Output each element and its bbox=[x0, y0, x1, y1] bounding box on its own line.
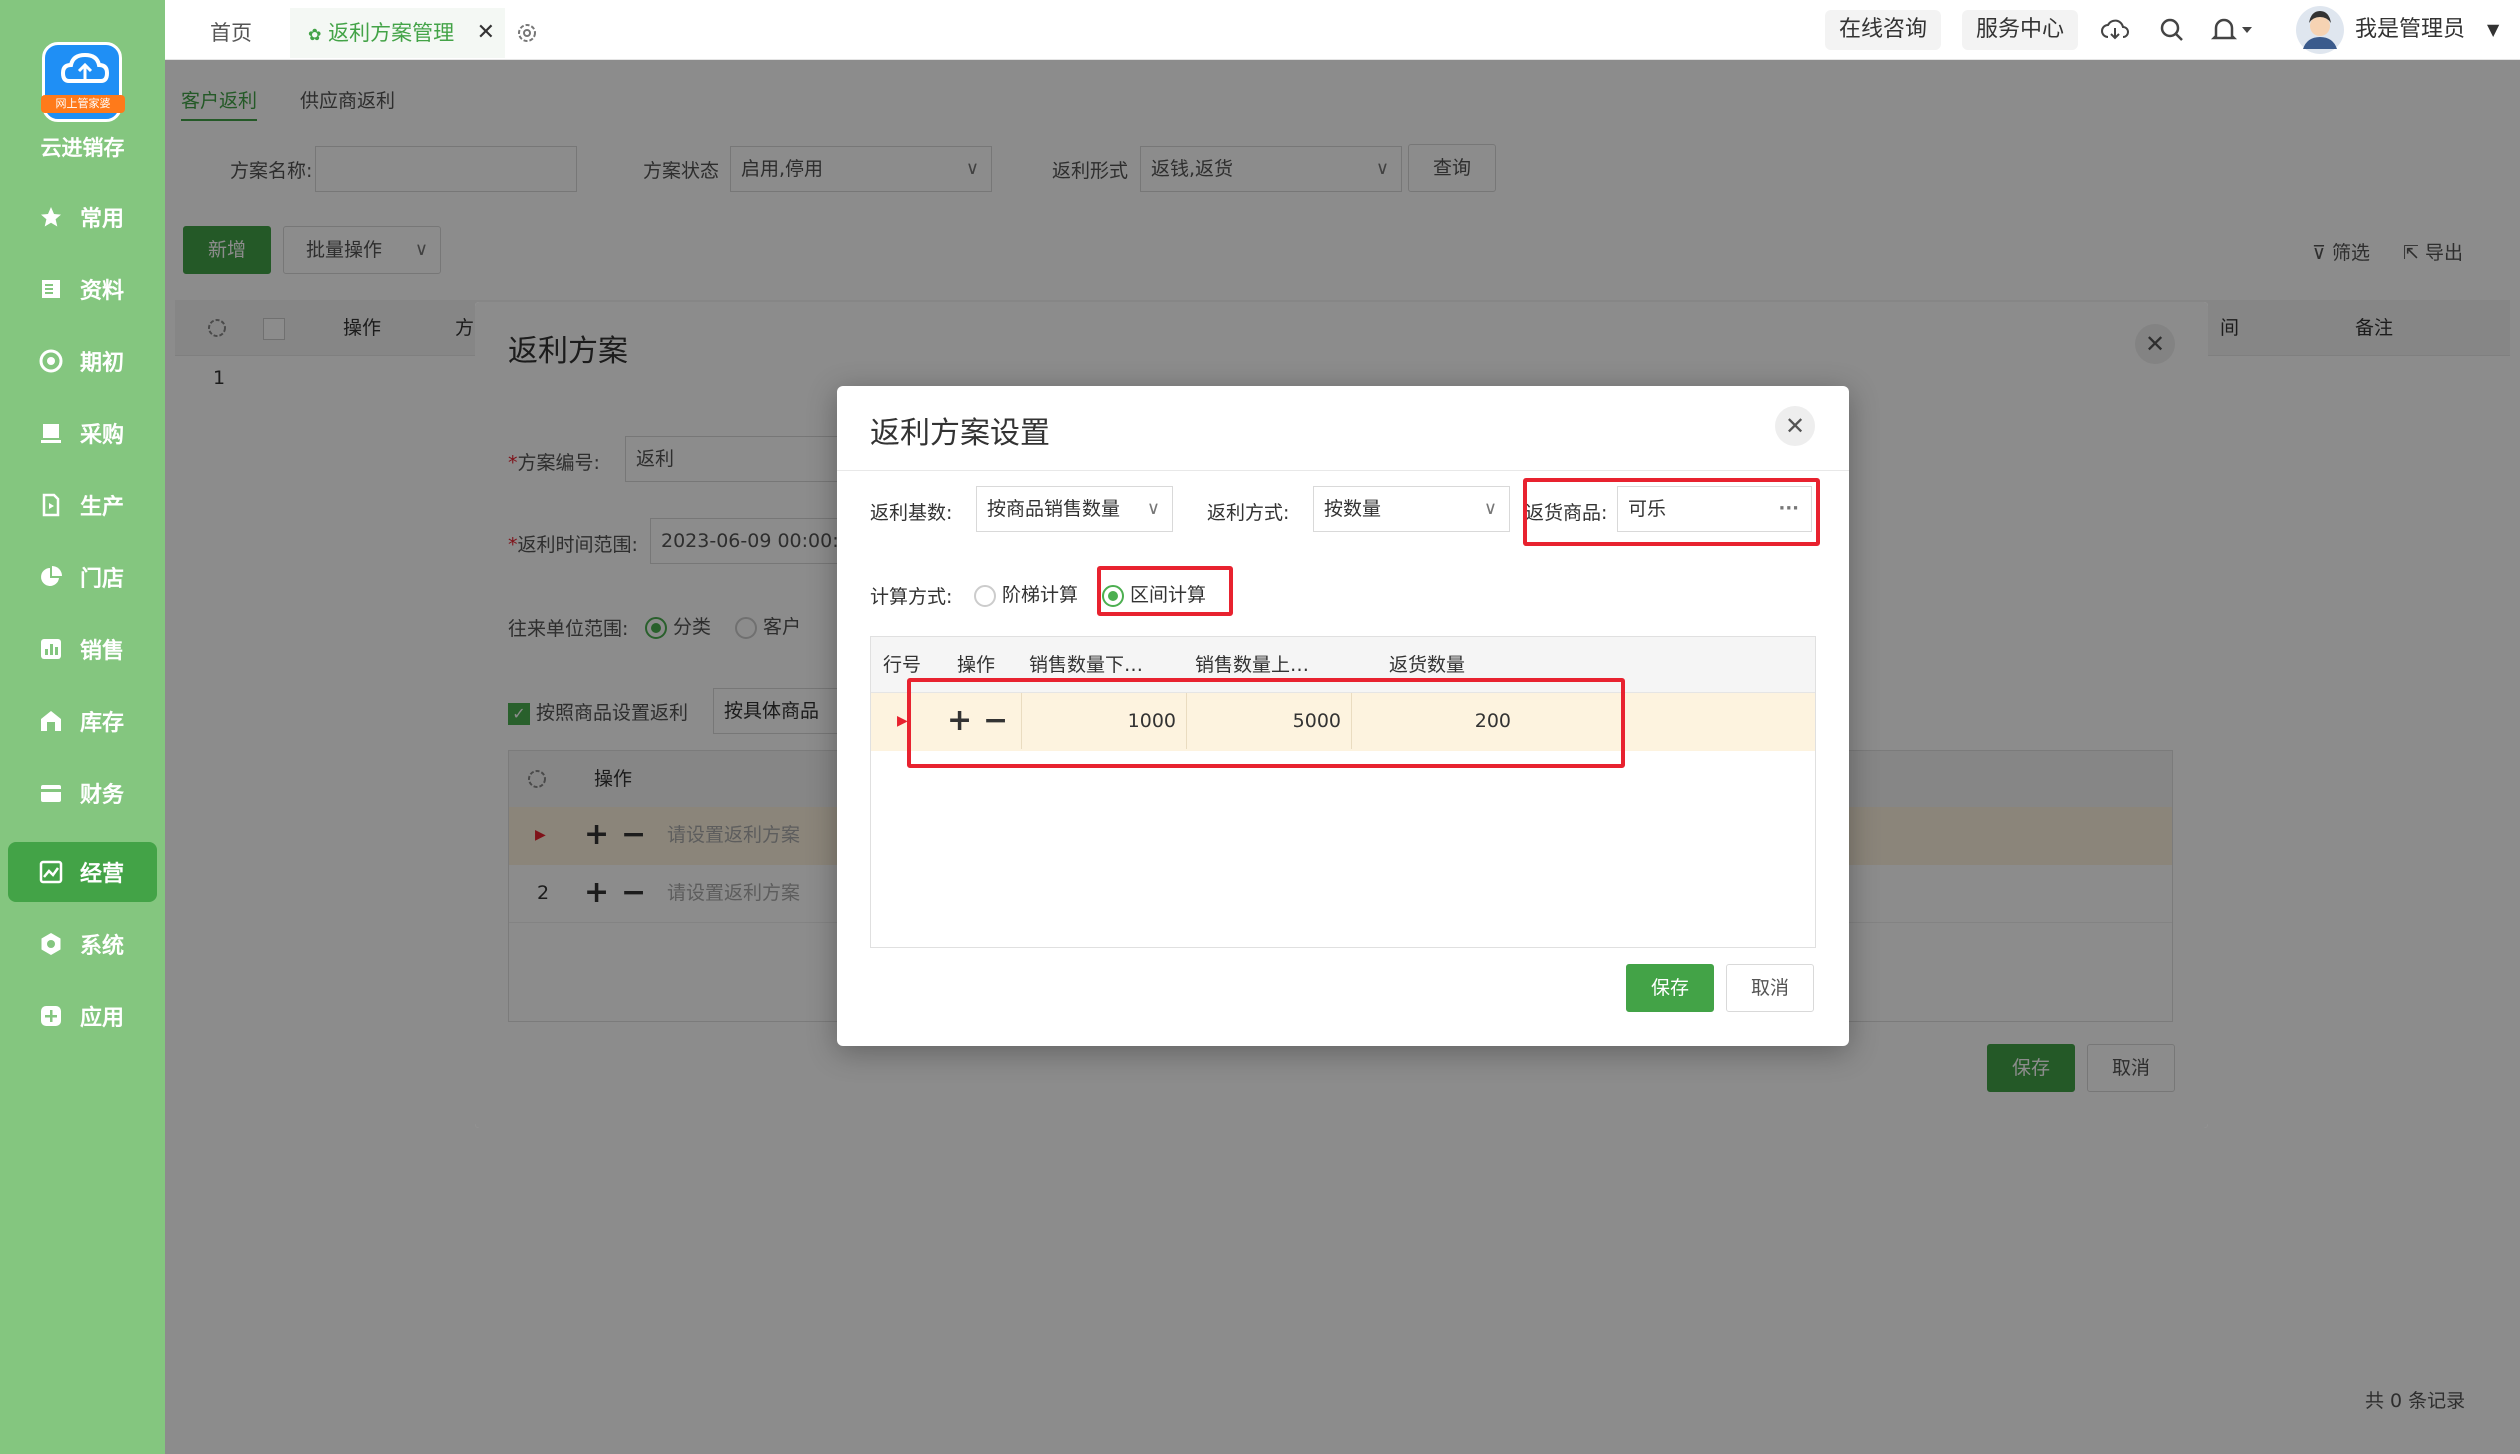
nav-operation[interactable]: 经营 bbox=[8, 842, 157, 902]
rebate-settings-dialog: 返利方案设置 ✕ 返利基数: 按商品销售数量 ∨ 返利方式: 按数量 ∨ 返货商品:… bbox=[837, 386, 1849, 1046]
radio-unchecked bbox=[974, 584, 996, 607]
nav-label: 门店 bbox=[80, 567, 125, 592]
cancel-button[interactable]: 取消 bbox=[1726, 964, 1814, 1012]
pie-icon bbox=[38, 564, 64, 590]
leaf-icon: ✿ bbox=[308, 25, 322, 44]
tab-label: 返利方案管理 bbox=[328, 21, 455, 45]
calc-ladder-radio[interactable]: 阶梯计算 bbox=[974, 580, 1078, 607]
nav-label: 财务 bbox=[80, 783, 125, 808]
rebate-method-label: 返利方式: bbox=[1207, 502, 1290, 524]
nav-inventory[interactable]: 库存 bbox=[8, 691, 157, 751]
settings-icon bbox=[38, 931, 64, 957]
cloud-download-icon[interactable] bbox=[2100, 10, 2130, 50]
highlight-calc-range bbox=[1097, 566, 1233, 616]
star-icon bbox=[38, 204, 64, 230]
nav-label: 库存 bbox=[80, 711, 125, 736]
nav-label: 期初 bbox=[80, 351, 125, 376]
chevron-down-icon: ∨ bbox=[1146, 498, 1160, 519]
avatar[interactable] bbox=[2295, 6, 2345, 54]
nav-finance[interactable]: 财务 bbox=[8, 763, 157, 823]
highlight-return-goods bbox=[1523, 478, 1820, 546]
highlight-range-row bbox=[907, 678, 1625, 768]
bell-icon[interactable] bbox=[2210, 10, 2254, 50]
close-icon[interactable]: ✕ bbox=[1775, 406, 1815, 446]
nav-label: 生产 bbox=[80, 495, 125, 520]
nav-store[interactable]: 门店 bbox=[8, 547, 157, 607]
document-icon bbox=[38, 276, 64, 302]
rebate-base-select[interactable]: 按商品销售数量 ∨ bbox=[976, 486, 1173, 532]
nav-label: 资料 bbox=[80, 279, 125, 304]
chevron-down-icon[interactable]: ▼ bbox=[2487, 10, 2499, 50]
nav-common[interactable]: 常用 bbox=[8, 187, 157, 247]
radio-label: 阶梯计算 bbox=[1002, 584, 1079, 606]
dialog-title: 返利方案设置 bbox=[870, 416, 1050, 451]
nav-label: 常用 bbox=[80, 207, 125, 232]
wallet-icon bbox=[38, 780, 64, 806]
app-logo: 网上管家婆 bbox=[41, 42, 125, 122]
nav-apps[interactable]: 应用 bbox=[8, 986, 157, 1046]
rebate-method-select[interactable]: 按数量 ∨ bbox=[1313, 486, 1510, 532]
plus-icon bbox=[38, 1003, 64, 1029]
nav-system[interactable]: 系统 bbox=[8, 914, 157, 974]
nav-label: 系统 bbox=[80, 934, 125, 959]
close-icon[interactable]: ✕ bbox=[477, 8, 495, 58]
rebate-base-label: 返利基数: bbox=[870, 502, 953, 524]
production-icon bbox=[38, 492, 64, 518]
chevron-down-icon: ∨ bbox=[1483, 498, 1497, 519]
target-icon bbox=[38, 348, 64, 374]
nav-label: 经营 bbox=[80, 862, 125, 887]
online-consult-button[interactable]: 在线咨询 bbox=[1825, 10, 1942, 50]
tab-home[interactable]: 首页 bbox=[210, 8, 252, 58]
warehouse-icon bbox=[38, 708, 64, 734]
bar-chart-icon bbox=[38, 636, 64, 662]
nav-production[interactable]: 生产 bbox=[8, 475, 157, 535]
divider bbox=[837, 470, 1849, 471]
nav-opening[interactable]: 期初 bbox=[8, 331, 157, 391]
search-icon[interactable] bbox=[2158, 10, 2186, 50]
purchase-icon bbox=[38, 420, 64, 446]
tab-rebate-management[interactable]: ✿ 返利方案管理 ✕ bbox=[290, 8, 505, 58]
nav-label: 采购 bbox=[80, 423, 125, 448]
service-center-button[interactable]: 服务中心 bbox=[1962, 10, 2079, 50]
user-name[interactable]: 我是管理员 bbox=[2355, 10, 2465, 50]
nav-sales[interactable]: 销售 bbox=[8, 619, 157, 679]
trend-icon bbox=[38, 859, 64, 885]
nav-purchase[interactable]: 采购 bbox=[8, 403, 157, 463]
gear-icon[interactable] bbox=[515, 8, 539, 58]
topbar: 首页 ✿ 返利方案管理 ✕ 在线咨询 服务中心 我是管理员 ▼ bbox=[165, 0, 2520, 60]
save-button[interactable]: 保存 bbox=[1626, 964, 1714, 1012]
nav-data[interactable]: 资料 bbox=[8, 259, 157, 319]
sidebar: 网上管家婆 云进销存 常用 资料 期初 采购 生产 门店 销售 库存 财务 经营… bbox=[0, 0, 165, 1454]
nav-label: 应用 bbox=[80, 1006, 125, 1031]
nav-label: 销售 bbox=[80, 639, 125, 664]
calc-method-label: 计算方式: bbox=[870, 586, 953, 608]
app-name: 云进销存 bbox=[40, 136, 125, 160]
select-value: 按数量 bbox=[1324, 498, 1382, 520]
logo-tag: 网上管家婆 bbox=[41, 95, 125, 113]
select-value: 按商品销售数量 bbox=[987, 498, 1121, 520]
